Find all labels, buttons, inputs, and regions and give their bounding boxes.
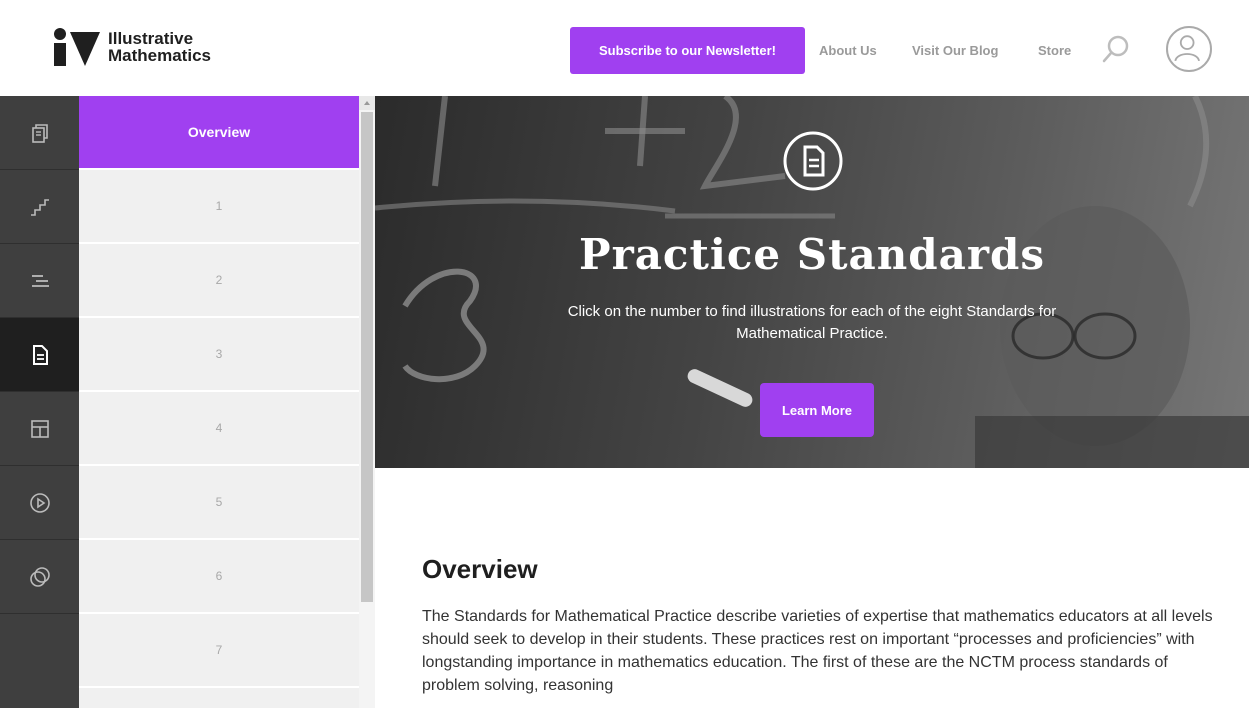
logo-text: Illustrative Mathematics [108,30,211,64]
overlap-icon [29,566,50,587]
section-item-7[interactable]: 7 [79,614,359,688]
stairs-icon [30,198,49,216]
nav-about-us[interactable]: About Us [819,43,877,58]
section-list: Overview 1 2 3 4 5 6 7 [79,96,359,708]
scroll-thumb[interactable] [361,112,373,602]
hero-banner: Practice Standards Click on the number t… [375,96,1249,468]
logo[interactable]: Illustrative Mathematics [50,28,211,66]
learn-more-button[interactable]: Learn More [760,383,874,437]
hero-subtitle: Click on the number to find illustration… [567,303,1057,342]
play-icon [29,492,50,513]
scroll-up-icon[interactable] [359,96,375,110]
section-item-2[interactable]: 2 [79,244,359,318]
nav-visit-our-blog[interactable]: Visit Our Blog [912,43,998,58]
section-item-1[interactable]: 1 [79,170,359,244]
subscribe-newsletter-button[interactable]: Subscribe to our Newsletter! [570,27,805,74]
section-item-3[interactable]: 3 [79,318,359,392]
section-list-scrollbar[interactable] [359,96,375,708]
documents-icon [31,123,48,143]
overview-paragraph: The Standards for Mathematical Practice … [422,608,1213,694]
overview-content: Overview The Standards for Mathematical … [375,468,1249,708]
hero-title: Practice Standards [579,230,1045,279]
site-header: Illustrative Mathematics Subscribe to ou… [0,0,1249,96]
rail-item-overlap[interactable] [0,540,79,614]
search-icon[interactable] [1102,34,1130,64]
logo-line-1: Illustrative [108,29,194,48]
section-item-5[interactable]: 5 [79,466,359,540]
logo-mark-icon [50,28,102,66]
document-icon [782,130,844,192]
nav-store[interactable]: Store [1038,43,1071,58]
logo-line-2: Mathematics [108,46,211,65]
icon-rail [0,96,79,708]
progression-icon [31,274,49,287]
account-icon[interactable] [1166,26,1212,72]
rail-item-video[interactable] [0,466,79,540]
rail-item-stairs[interactable] [0,170,79,244]
document-icon [32,344,48,365]
section-item-overview[interactable]: Overview [79,96,359,170]
rail-item-documents[interactable] [0,96,79,170]
section-item-6[interactable]: 6 [79,540,359,614]
section-item-4[interactable]: 4 [79,392,359,466]
overview-heading: Overview [422,554,538,584]
layout-icon [30,419,49,438]
rail-item-progression[interactable] [0,244,79,318]
rail-item-standards[interactable] [0,318,79,392]
rail-item-layout[interactable] [0,392,79,466]
